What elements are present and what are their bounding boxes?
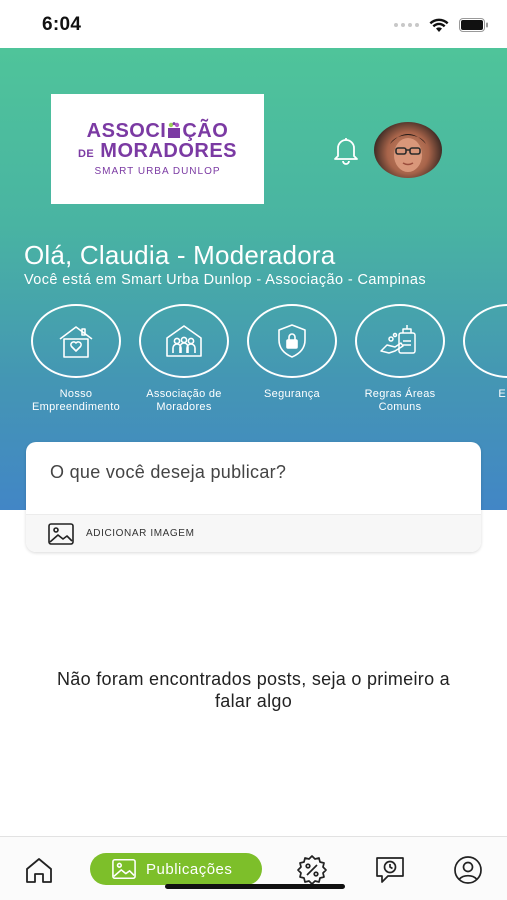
- location-subtitle: Você está em Smart Urba Dunlop - Associa…: [24, 272, 426, 288]
- association-logo: ASSOCI ÇÃO DE MORADORES SMART URBA DUNLO…: [51, 94, 264, 204]
- partial-icon: [463, 304, 507, 378]
- category-nosso-empreendimento[interactable]: Nosso Empreendimento: [22, 304, 130, 414]
- nav-publicacoes[interactable]: Publicações: [90, 853, 262, 885]
- avatar[interactable]: [374, 122, 442, 178]
- nav-publicacoes-label: Publicações: [146, 860, 233, 878]
- category-regras-areas-comuns[interactable]: Regras Áreas Comuns: [346, 304, 454, 414]
- publish-input[interactable]: O que você deseja publicar?: [50, 462, 286, 483]
- add-image-button[interactable]: ADICIONAR IMAGEM: [26, 514, 481, 552]
- house-icon: [59, 326, 93, 358]
- bottom-navigation: Publicações: [0, 836, 507, 900]
- nav-profile[interactable]: [451, 853, 485, 887]
- category-partial[interactable]: E D: [454, 304, 507, 401]
- bell-icon[interactable]: [330, 134, 362, 166]
- people-icon: [166, 325, 202, 357]
- nav-discounts[interactable]: [295, 853, 329, 887]
- greeting-title: Olá, Claudia - Moderadora: [24, 240, 336, 270]
- nav-home[interactable]: [22, 853, 56, 887]
- category-carousel[interactable]: Nosso Empreendimento Associação de Morad…: [0, 304, 507, 414]
- logo-mark-icon: [168, 122, 181, 138]
- status-icons: [394, 16, 489, 34]
- home-icon: [26, 858, 52, 883]
- category-seguranca[interactable]: Segurança: [238, 304, 346, 401]
- shield-lock-icon: [278, 324, 306, 358]
- chat-clock-icon: [376, 857, 404, 883]
- profile-icon: [454, 856, 482, 884]
- rules-icon: [380, 325, 416, 354]
- status-bar: 6:04: [0, 0, 507, 48]
- status-time: 6:04: [42, 14, 82, 35]
- image-icon: [48, 523, 74, 545]
- publications-icon: [112, 858, 136, 880]
- add-image-label: ADICIONAR IMAGEM: [86, 528, 195, 539]
- discount-icon: [297, 855, 327, 885]
- wifi-icon: [429, 18, 449, 32]
- user-photo-icon: [390, 134, 426, 172]
- battery-icon: [459, 18, 488, 32]
- signal-icon: [394, 23, 419, 27]
- logo-subtitle: SMART URBA DUNLOP: [94, 166, 221, 177]
- publish-card[interactable]: O que você deseja publicar? ADICIONAR IM…: [26, 442, 481, 552]
- empty-state-message: Não foram encontrados posts, seja o prim…: [57, 669, 450, 711]
- nav-messages[interactable]: [373, 853, 407, 887]
- home-indicator: [165, 884, 345, 889]
- category-associacao-moradores[interactable]: Associação de Moradores: [130, 304, 238, 414]
